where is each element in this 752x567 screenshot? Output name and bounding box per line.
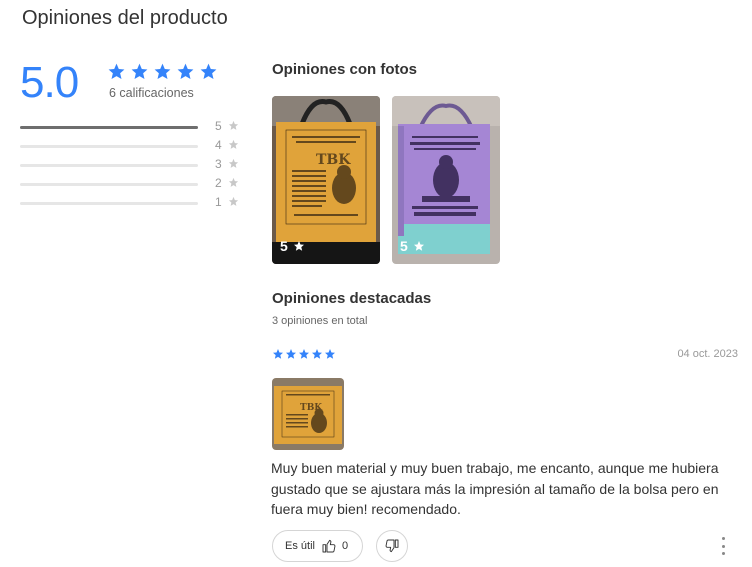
star-icon — [413, 241, 424, 251]
rating-bar-fill — [20, 126, 198, 129]
rating-distribution: 5 4 3 2 1 — [20, 118, 250, 213]
star-icon — [108, 63, 125, 80]
average-stars — [107, 62, 222, 86]
useful-label: Es útil — [285, 540, 315, 552]
star-icon — [131, 63, 148, 80]
star-icon — [286, 349, 296, 359]
photo-rating-badge: 5 — [400, 238, 425, 254]
ratings-count: 6 calificaciones — [109, 86, 194, 100]
rating-bar-row: 2 — [20, 175, 250, 194]
star-icon — [228, 120, 239, 130]
star-icon — [228, 196, 239, 206]
star-icon — [228, 177, 239, 187]
rating-bar-row: 4 — [20, 137, 250, 156]
page-title: Opiniones del producto — [22, 7, 228, 29]
rating-bar-row: 1 — [20, 194, 250, 213]
rating-bar-row: 3 — [20, 156, 250, 175]
featured-reviews-title: Opiniones destacadas — [272, 290, 432, 307]
star-icon — [325, 349, 335, 359]
review-date: 04 oct. 2023 — [677, 348, 738, 360]
rating-bar-label: 5 — [215, 119, 222, 133]
review-stars — [272, 347, 337, 365]
reviews-total: 3 opiniones en total — [272, 315, 368, 327]
review-photo[interactable]: TBK 5 — [272, 96, 380, 264]
star-icon — [177, 63, 194, 80]
rating-bar-label: 1 — [215, 195, 222, 209]
star-icon — [228, 139, 239, 149]
thumbs-up-icon — [321, 538, 337, 554]
star-icon — [200, 63, 217, 80]
rating-bar-track — [20, 164, 198, 167]
yellow-bag-thumbnail: TBK — [272, 378, 344, 450]
thumbs-down-icon — [384, 538, 400, 554]
star-icon — [299, 349, 309, 359]
not-useful-button[interactable] — [376, 530, 408, 562]
star-icon — [228, 158, 239, 168]
photo-rating-value: 5 — [280, 238, 288, 254]
review-photo-thumbnail[interactable]: TBK — [272, 378, 344, 450]
average-score: 5.0 — [20, 58, 79, 107]
rating-bar-label: 3 — [215, 157, 222, 171]
rating-bar-track — [20, 126, 198, 129]
review-text: Muy buen material y muy buen trabajo, me… — [271, 460, 719, 517]
useful-button[interactable]: Es útil 0 — [272, 530, 363, 562]
star-icon — [273, 349, 283, 359]
rating-bar-row: 5 — [20, 118, 250, 137]
rating-bar-track — [20, 145, 198, 148]
photo-rating-badge: 5 — [280, 238, 305, 254]
rating-bar-track — [20, 183, 198, 186]
photo-rating-value: 5 — [400, 238, 408, 254]
star-icon — [293, 241, 304, 251]
rating-bar-track — [20, 202, 198, 205]
rating-bar-label: 4 — [215, 138, 222, 152]
star-icon — [154, 63, 171, 80]
photo-reviews-title: Opiniones con fotos — [272, 61, 417, 78]
more-options-icon[interactable] — [718, 537, 728, 555]
useful-count: 0 — [341, 540, 349, 552]
star-icon — [312, 349, 322, 359]
review-photo[interactable]: 5 — [392, 96, 500, 264]
rating-bar-label: 2 — [215, 176, 222, 190]
